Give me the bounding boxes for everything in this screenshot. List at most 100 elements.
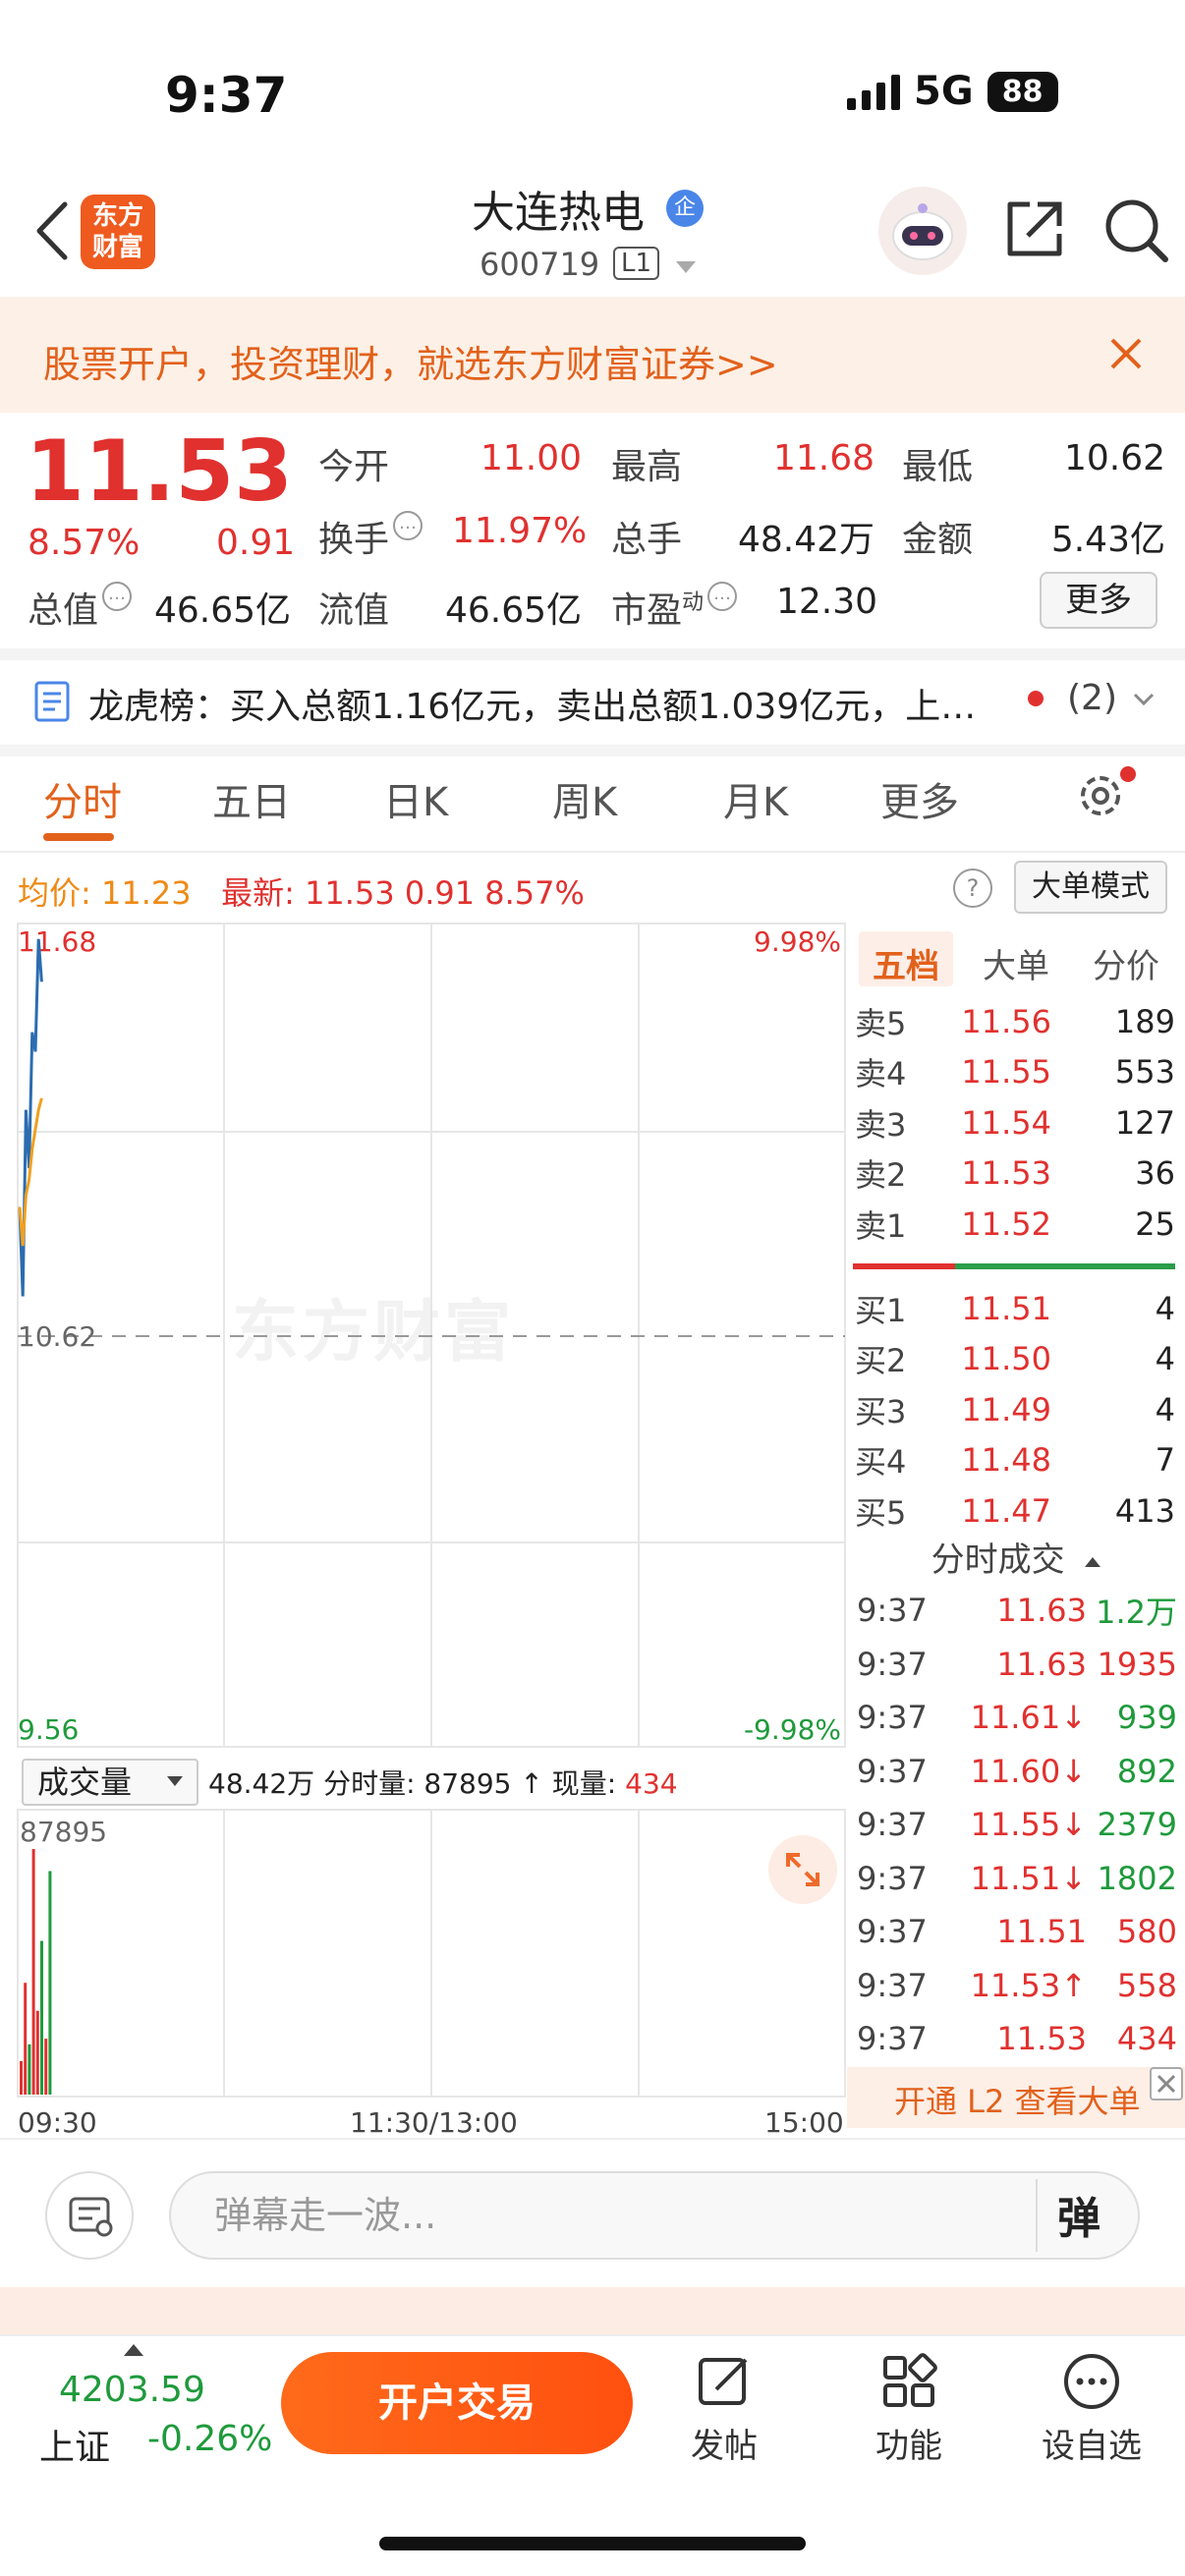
current-price: 11.53 [26,422,294,521]
level-price: 11.52 [961,1204,1051,1243]
tab-price-distribution[interactable]: 分价 [1093,939,1159,987]
bid-row[interactable]: 买1 11.51 4 [855,1283,1175,1333]
caret-up-icon[interactable] [124,2344,143,2356]
logo-line-1: 东方 [91,201,143,231]
back-icon[interactable] [28,196,77,265]
open-account-trade-button[interactable]: 开户交易 [281,2352,633,2454]
promo-text[interactable]: 股票开户，投资理财，就选东方财富证券>> [43,334,778,388]
index-value[interactable]: 4203.59 [59,2370,205,2410]
volume-info: 48.42万 分时量: 87895 ↑ 现量: 434 [208,1767,678,1800]
info-icon[interactable]: … [393,511,423,540]
pe-label[interactable]: 市盈动… [611,582,738,633]
bid-row[interactable]: 买3 11.49 4 [855,1384,1175,1434]
robot-assistant-icon[interactable] [878,187,967,275]
help-icon[interactable]: ? [953,868,992,908]
volume-bar [24,1983,28,2095]
tick-price: 11.55↓ [970,1806,1087,1843]
tick-price: 11.63 [996,1645,1087,1683]
divider [0,2138,1185,2140]
tab-five-levels[interactable]: 五档 [873,939,939,987]
stock-name[interactable]: 大连热电 [472,177,645,240]
l2-banner-text[interactable]: 开通 L2 查看大单 [894,2077,1141,2122]
ask-row[interactable]: 卖5 11.56 189 [855,996,1175,1046]
market-cap-label[interactable]: 总值… [28,582,133,633]
more-dots-icon [1064,2354,1119,2409]
open-label: 今开 [318,447,390,487]
ask-row[interactable]: 卖4 11.55 553 [855,1047,1175,1097]
y-label-mid: 10.62 [18,1320,96,1353]
home-indicator [379,2537,806,2550]
level-price: 11.47 [961,1491,1051,1530]
tab-monthly-k[interactable]: 月K [723,770,788,827]
bid-row[interactable]: 买4 11.48 7 [855,1435,1175,1485]
index-name[interactable]: 上证 [39,2419,110,2470]
index-change[interactable]: -0.26% [147,2419,272,2459]
tick-time: 9:37 [857,1966,928,2004]
time-label-open: 09:30 [18,2106,97,2139]
close-icon[interactable] [1150,2067,1183,2100]
expand-icon[interactable] [768,1835,837,1904]
volume-chart[interactable]: 87895 [0,1808,847,2102]
change-percent: 8.57% [28,523,141,563]
tab-big-orders[interactable]: 大单 [983,939,1049,987]
info-icon[interactable]: … [707,582,738,611]
tick-time: 9:37 [857,1913,928,1950]
tick-time: 9:37 [857,2020,928,2057]
level-volume: 4 [1155,1390,1175,1428]
y-label-right-bottom: -9.98% [744,1713,841,1746]
turnover-label[interactable]: 换手… [318,511,423,562]
level-volume: 25 [1135,1204,1175,1243]
search-icon[interactable] [1100,195,1171,265]
tick-volume: 1935 [1097,1645,1177,1683]
more-button[interactable]: 更多 [1040,572,1157,629]
dragon-tiger-count[interactable]: (2) [1067,678,1117,718]
tick-volume: 558 [1116,1966,1177,2004]
close-icon[interactable] [1104,332,1148,375]
volume-grid [17,1809,846,2098]
tick-row: 9:37 11.63 1935 [857,1638,1177,1691]
high-label: 最高 [611,447,683,487]
danmu-input[interactable]: 弹幕走一波... [169,2171,1140,2260]
chevron-down-icon[interactable] [1132,688,1156,711]
tick-time: 9:37 [857,1699,928,1736]
info-icon[interactable]: … [102,582,133,611]
nav-post[interactable]: 发帖 [660,2350,788,2467]
level-volume: 36 [1135,1154,1175,1192]
volume-bar [48,1871,52,2095]
tab-more[interactable]: 更多 [880,770,959,827]
level-volume: 553 [1114,1053,1175,1091]
caret-down-icon[interactable] [167,1776,183,1786]
danmu-toggle-icon[interactable]: 弹 [1057,2183,1100,2246]
share-icon[interactable] [1000,195,1069,263]
market-level-badge: L1 [613,247,660,280]
nav-add-watchlist[interactable]: 设自选 [1028,2350,1156,2467]
danmu-settings-icon[interactable] [45,2171,134,2260]
ask-row[interactable]: 卖3 11.54 127 [855,1097,1175,1148]
status-indicators: 5G 88 [847,69,1058,114]
tick-volume: 892 [1116,1752,1177,1790]
intraday-price-chart[interactable]: 11.68 10.62 9.56 9.98% -9.98% [0,920,847,1751]
level-price: 11.56 [961,1002,1051,1040]
tab-five-day[interactable]: 五日 [212,770,291,827]
chevron-down-icon[interactable] [676,261,696,273]
tab-daily-k[interactable]: 日K [383,770,448,827]
big-order-mode-button[interactable]: 大单模式 [1014,861,1167,914]
notification-dot [1120,766,1136,782]
dragon-tiger-text[interactable]: 龙虎榜：买入总额1.16亿元，卖出总额1.039亿元，上… [88,678,976,729]
document-icon [34,681,70,722]
ticks-header[interactable]: 分时成交 [847,1535,1185,1586]
nav-functions[interactable]: 功能 [845,2350,973,2467]
time-axis: 09:30 11:30/13:00 15:00 [0,2102,847,2142]
ask-row[interactable]: 卖1 11.52 25 [855,1199,1175,1249]
level-label: 卖5 [855,1004,907,1042]
tab-intraday[interactable]: 分时 [43,770,122,827]
tick-price: 11.53 [996,2020,1087,2057]
bid-row[interactable]: 买2 11.50 4 [855,1334,1175,1384]
bid-row[interactable]: 买5 11.47 413 [855,1485,1175,1536]
tab-weekly-k[interactable]: 周K [552,770,617,827]
change-amount: 0.91 [216,523,296,563]
tick-time: 9:37 [857,1645,928,1683]
tick-volume: 1.2万 [1096,1594,1177,1631]
ask-row[interactable]: 卖2 11.53 36 [855,1148,1175,1199]
level-label: 卖2 [855,1156,907,1194]
